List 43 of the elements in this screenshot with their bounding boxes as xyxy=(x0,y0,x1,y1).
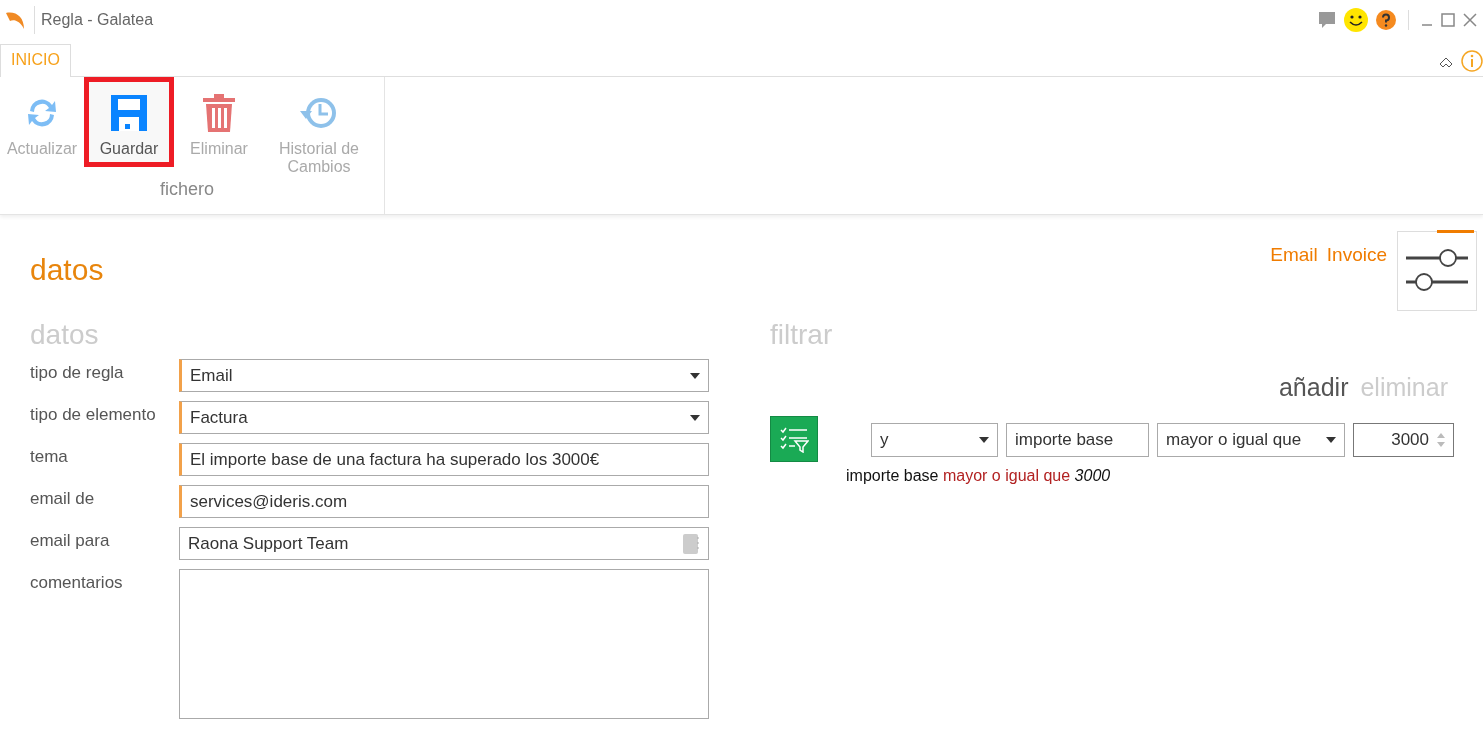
filter-list-button[interactable] xyxy=(770,416,818,462)
action-link[interactable]: añadir xyxy=(1278,373,1349,402)
filter-settings-button[interactable] xyxy=(1397,231,1477,311)
input-field[interactable]: El importe base de una factura ha superado los 3000€ xyxy=(179,443,709,476)
address-book-icon xyxy=(682,532,700,555)
caret-icon xyxy=(690,372,700,379)
dropdown-field[interactable]: Email xyxy=(179,359,709,392)
field-label: tema xyxy=(30,446,69,468)
field-label: email para xyxy=(30,530,111,552)
field-label: comentarios xyxy=(30,572,124,594)
help-icon[interactable] xyxy=(1376,10,1396,30)
field-input[interactable]: importe base xyxy=(1006,423,1149,457)
tag-label: Invoice xyxy=(1326,244,1387,266)
operator-dropdown[interactable]: mayor o igual que xyxy=(1157,423,1345,457)
maximize-icon[interactable] xyxy=(1441,13,1455,27)
filter-list-icon xyxy=(779,425,809,453)
lookup-field[interactable]: Raona Support Team xyxy=(179,527,709,560)
field-label: email de xyxy=(30,488,96,510)
window-title: Regla - Galatea xyxy=(41,11,155,29)
save-icon xyxy=(109,93,149,133)
connector-dropdown[interactable]: y xyxy=(871,423,998,457)
field-label: tipo de regla xyxy=(30,362,125,384)
ribbon-button[interactable]: Guardar xyxy=(84,77,174,167)
info-icon[interactable] xyxy=(1461,50,1483,72)
collapse-ribbon-icon[interactable] xyxy=(1439,56,1453,68)
close-icon[interactable] xyxy=(1463,13,1477,27)
textarea-field[interactable] xyxy=(179,569,709,719)
trash-icon xyxy=(202,93,236,133)
chat-icon[interactable] xyxy=(1318,11,1336,29)
caret-icon xyxy=(979,437,989,443)
dropdown-field[interactable]: Factura xyxy=(179,401,709,434)
caret-icon xyxy=(690,414,700,421)
caret-icon xyxy=(1326,437,1336,443)
smiley-icon[interactable] xyxy=(1344,8,1368,32)
input-field[interactable]: services@ideris.com xyxy=(179,485,709,518)
spinner-icon xyxy=(1437,433,1445,447)
ribbon-group-label: fichero xyxy=(160,179,214,200)
number-input[interactable]: 3000 xyxy=(1353,423,1454,457)
page-title: datos xyxy=(30,253,104,287)
sliders-icon xyxy=(1404,247,1470,292)
tag-label: Email xyxy=(1270,244,1318,266)
condition-summary: importe base mayor o igual que 3000 xyxy=(846,467,1112,485)
field-label: tipo de elemento xyxy=(30,404,157,426)
